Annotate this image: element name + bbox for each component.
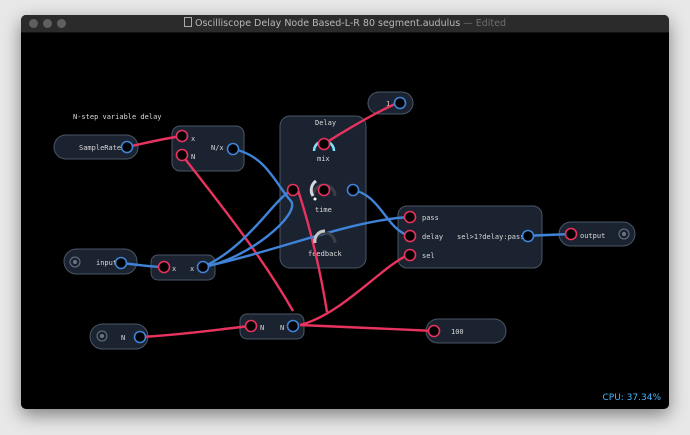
output-label: output xyxy=(580,232,605,240)
n-input-label: N xyxy=(121,334,125,342)
wire-n-input-to-n-node[interactable] xyxy=(139,324,252,339)
expr-delay-label: delay xyxy=(422,233,443,241)
samplerate-label: SampleRate xyxy=(79,144,121,152)
n-node-in-port[interactable] xyxy=(244,319,258,333)
input-jack-dot-icon xyxy=(73,260,77,264)
multiply-in-port[interactable] xyxy=(157,260,171,274)
expression-text: sel>1?delay:pass xyxy=(457,233,524,241)
nx-in-n-label: N xyxy=(191,153,195,161)
delay-input-port[interactable] xyxy=(286,183,300,197)
n-node-in-label: N xyxy=(260,324,264,332)
multiply-in-label: x xyxy=(172,265,176,273)
input-out-port[interactable] xyxy=(114,256,128,270)
constant-100-in-port[interactable] xyxy=(427,324,441,338)
cpu-meter: CPU: 37.34% xyxy=(602,393,661,403)
time-knob[interactable] xyxy=(317,183,331,197)
constant-100-label: 100 xyxy=(451,328,464,336)
expr-pass-label: pass xyxy=(422,214,439,222)
n-input-out-port[interactable] xyxy=(133,330,147,344)
expr-pass-port[interactable] xyxy=(403,210,417,224)
constant-1-out-port[interactable] xyxy=(393,96,407,110)
nx-out-label: N/x xyxy=(211,144,224,152)
nx-in-n-port[interactable] xyxy=(175,148,189,162)
delay-title: Delay xyxy=(315,119,336,127)
wire-n-node-to-100[interactable] xyxy=(299,323,435,333)
samplerate-out-port[interactable] xyxy=(120,140,134,154)
n-input-jack-dot-icon xyxy=(100,334,104,338)
nx-in-x-label: x xyxy=(191,135,195,143)
output-jack-dot-icon xyxy=(622,232,626,236)
comment-text: N-step variable delay xyxy=(73,113,162,121)
delay-output-port[interactable] xyxy=(346,183,360,197)
wire-nx-n-to-n-node[interactable] xyxy=(181,154,295,312)
delay-mix-label: mix xyxy=(317,155,330,163)
patch-canvas[interactable]: .node { fill:#1b2330; stroke:#4a5666; st… xyxy=(21,15,669,409)
nx-in-x-port[interactable] xyxy=(175,129,189,143)
time-knob-indicator-icon xyxy=(313,197,317,201)
n-node-out-label: N xyxy=(280,324,284,332)
expr-sel-port[interactable] xyxy=(403,248,417,262)
multiply-out-port[interactable] xyxy=(196,260,210,274)
expr-out-port[interactable] xyxy=(521,229,535,243)
expr-sel-label: sel xyxy=(422,252,435,260)
input-label: input xyxy=(96,259,117,267)
delay-time-label: time xyxy=(315,206,332,214)
multiply-out-label: x xyxy=(190,265,194,273)
n-node-out-port[interactable] xyxy=(286,319,300,333)
delay-feedback-label: feedback xyxy=(308,250,343,258)
nx-out-port[interactable] xyxy=(226,142,240,156)
expr-delay-port[interactable] xyxy=(403,229,417,243)
app-window: Oscilliscope Delay Node Based-L-R 80 seg… xyxy=(21,15,669,409)
output-in-port[interactable] xyxy=(564,227,578,241)
mix-knob[interactable] xyxy=(317,137,331,151)
